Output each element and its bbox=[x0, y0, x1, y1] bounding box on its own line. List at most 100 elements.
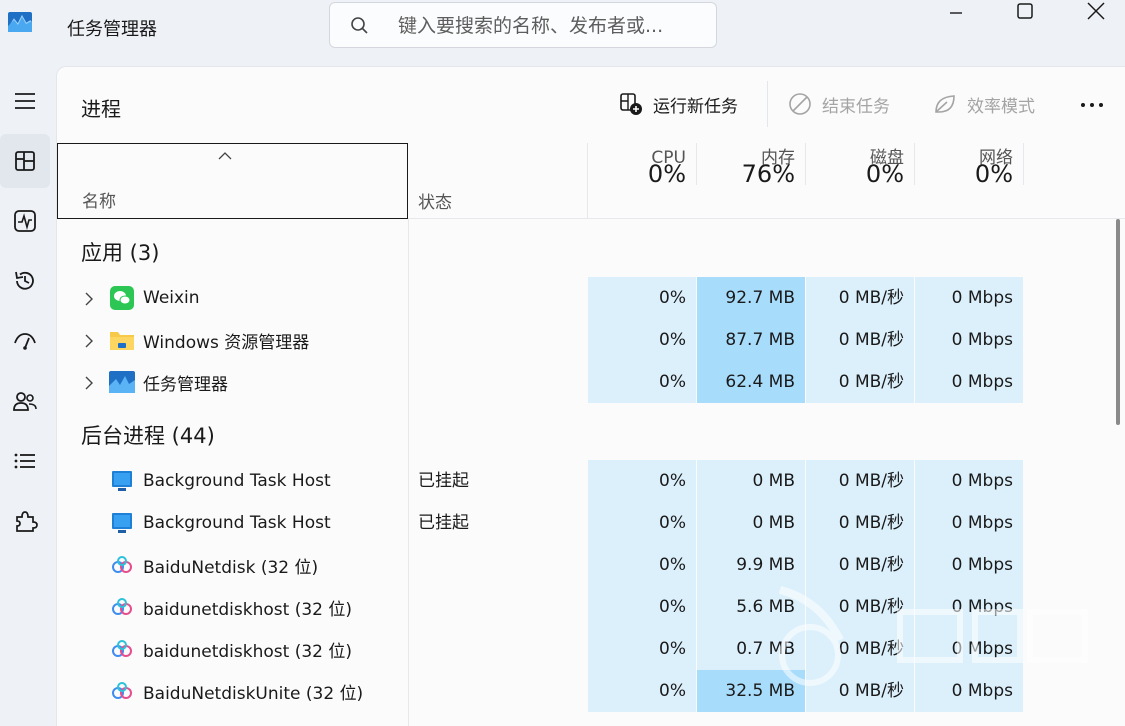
weixin-icon bbox=[109, 285, 135, 311]
table-row[interactable]: Background Task Host 已挂起 0% 0 MB 0 MB/秒 0 Mbp… bbox=[57, 460, 1125, 502]
sort-ascending-icon bbox=[218, 152, 232, 160]
run-new-task-icon bbox=[620, 93, 642, 115]
background-task-host-icon bbox=[109, 468, 135, 494]
cpu-value: 0% bbox=[588, 361, 696, 403]
end-task-icon bbox=[789, 93, 811, 115]
disk-value: 0 MB/秒 bbox=[806, 670, 914, 712]
process-name-cell: Weixin bbox=[109, 277, 200, 319]
search-input[interactable] bbox=[398, 12, 698, 40]
task-manager-app-icon bbox=[8, 12, 32, 32]
cpu-value: 0% bbox=[588, 502, 696, 544]
table-row[interactable]: baidunetdiskhost (32 位) 0% 5.6 MB 0 MB/秒 0 M… bbox=[57, 586, 1125, 628]
title-bar: 任务管理器 bbox=[0, 0, 1125, 62]
group-header-apps: 应用 (3) bbox=[81, 241, 160, 265]
disk-value: 0 MB/秒 bbox=[806, 361, 914, 403]
leaf-icon bbox=[935, 95, 955, 113]
task-manager-icon bbox=[109, 369, 135, 395]
network-value: 0 Mbps bbox=[915, 277, 1023, 319]
efficiency-mode-label: 效率模式 bbox=[967, 96, 1035, 117]
table-row[interactable]: BaiduNetdisk (32 位) 0% 9.9 MB 0 MB/秒 0 Mbps bbox=[57, 544, 1125, 586]
maximize-button[interactable] bbox=[1002, 0, 1048, 22]
nav-menu-button[interactable] bbox=[0, 74, 50, 128]
baidu-netdisk-icon bbox=[109, 552, 135, 578]
baidu-netdisk-icon bbox=[109, 678, 135, 704]
disk-value: 0 MB/秒 bbox=[806, 319, 914, 361]
minimize-icon bbox=[950, 12, 962, 14]
column-label-disk: 磁盘 bbox=[870, 148, 904, 168]
run-new-task-button[interactable]: 运行新任务 bbox=[619, 87, 738, 121]
process-name: baidunetdiskhost (32 位) bbox=[143, 599, 353, 620]
page-title: 进程 bbox=[81, 97, 121, 121]
run-new-task-label: 运行新任务 bbox=[653, 96, 738, 117]
main-panel: 进程 运行新任务 结束任务 效率模式 名称 状态 0% CPU 76% 内存 0… bbox=[56, 66, 1125, 726]
nav-item-services[interactable] bbox=[0, 494, 50, 548]
close-icon bbox=[1087, 2, 1105, 20]
nav-item-users[interactable] bbox=[0, 374, 50, 428]
table-row[interactable]: Weixin 0% 92.7 MB 0 MB/秒 0 Mbps bbox=[57, 277, 1125, 319]
column-header-name[interactable]: 名称 bbox=[57, 143, 408, 219]
cpu-value: 0% bbox=[588, 586, 696, 628]
table-header: 名称 状态 0% CPU 76% 内存 0% 磁盘 0% 网络 bbox=[57, 143, 1125, 219]
process-name-cell: Background Task Host bbox=[109, 502, 331, 544]
memory-value: 0 MB bbox=[697, 460, 805, 502]
network-value: 0 Mbps bbox=[915, 319, 1023, 361]
process-name: BaiduNetdiskUnite (32 位) bbox=[143, 683, 364, 704]
process-name: BaiduNetdisk (32 位) bbox=[143, 557, 319, 578]
end-task-button[interactable]: 结束任务 bbox=[788, 87, 890, 121]
chevron-right-icon[interactable] bbox=[83, 291, 95, 306]
memory-value: 92.7 MB bbox=[697, 277, 805, 319]
column-header-status[interactable]: 状态 bbox=[408, 143, 588, 219]
nav-item-performance[interactable] bbox=[0, 194, 50, 248]
network-value: 0 Mbps bbox=[915, 544, 1023, 586]
scrollbar-thumb[interactable] bbox=[1116, 219, 1120, 425]
toolbar-separator bbox=[767, 81, 768, 127]
startup-speedometer-icon bbox=[14, 333, 36, 350]
process-name: baidunetdiskhost (32 位) bbox=[143, 641, 353, 662]
chevron-right-icon[interactable] bbox=[83, 333, 95, 348]
memory-value: 9.9 MB bbox=[697, 544, 805, 586]
efficiency-mode-button[interactable]: 效率模式 bbox=[933, 87, 1035, 121]
process-name: 任务管理器 bbox=[143, 374, 228, 395]
chevron-right-icon[interactable] bbox=[83, 375, 95, 390]
more-options-button[interactable] bbox=[1075, 91, 1109, 119]
services-puzzle-icon bbox=[16, 511, 38, 532]
memory-value: 0 MB bbox=[697, 502, 805, 544]
nav-item-app-history[interactable] bbox=[0, 254, 50, 308]
column-header-disk[interactable]: 0% 磁盘 bbox=[806, 143, 915, 188]
network-value: 0 Mbps bbox=[915, 361, 1023, 403]
disk-value: 0 MB/秒 bbox=[806, 544, 914, 586]
nav-item-startup-apps[interactable] bbox=[0, 314, 50, 368]
table-row[interactable]: Windows 资源管理器 0% 87.7 MB 0 MB/秒 0 Mbps bbox=[57, 319, 1125, 361]
more-dot-icon bbox=[1081, 103, 1085, 107]
users-icon bbox=[13, 392, 37, 411]
table-row[interactable]: baidunetdiskhost (32 位) 0% 0.7 MB 0 MB/秒 0 M… bbox=[57, 628, 1125, 670]
network-value: 0 Mbps bbox=[915, 502, 1023, 544]
table-row[interactable]: BaiduNetdiskUnite (32 位) 0% 32.5 MB 0 MB/秒 0… bbox=[57, 670, 1125, 712]
close-button[interactable] bbox=[1073, 0, 1119, 22]
process-status: 已挂起 bbox=[418, 471, 469, 491]
side-navigation bbox=[0, 62, 56, 726]
process-name: Background Task Host bbox=[143, 471, 331, 491]
column-header-cpu[interactable]: 0% CPU bbox=[588, 143, 697, 188]
table-row[interactable]: 任务管理器 0% 62.4 MB 0 MB/秒 0 Mbps bbox=[57, 361, 1125, 403]
process-table-body: 应用 (3) 后台进程 (44) Weixin 0% 92.7 MB 0 MB/秒 0 … bbox=[57, 219, 1125, 726]
table-row[interactable]: Background Task Host 已挂起 0% 0 MB 0 MB/秒 0 Mbp… bbox=[57, 502, 1125, 544]
disk-value: 0 MB/秒 bbox=[806, 460, 914, 502]
vertical-scrollbar[interactable] bbox=[1115, 219, 1121, 726]
process-name: Weixin bbox=[143, 288, 200, 308]
nav-item-details[interactable] bbox=[0, 434, 50, 488]
minimize-button[interactable] bbox=[933, 0, 979, 22]
window-title: 任务管理器 bbox=[67, 19, 157, 40]
search-box[interactable] bbox=[329, 2, 717, 48]
column-header-network[interactable]: 0% 网络 bbox=[915, 143, 1024, 188]
column-header-memory[interactable]: 76% 内存 bbox=[697, 143, 806, 188]
column-label-memory: 内存 bbox=[761, 148, 795, 168]
cpu-value: 0% bbox=[588, 277, 696, 319]
cpu-value: 0% bbox=[588, 460, 696, 502]
disk-value: 0 MB/秒 bbox=[806, 502, 914, 544]
memory-value: 32.5 MB bbox=[697, 670, 805, 712]
background-task-host-icon bbox=[109, 510, 135, 536]
baidu-netdisk-icon bbox=[109, 636, 135, 662]
details-list-icon bbox=[14, 453, 35, 469]
nav-item-processes[interactable] bbox=[0, 134, 50, 188]
